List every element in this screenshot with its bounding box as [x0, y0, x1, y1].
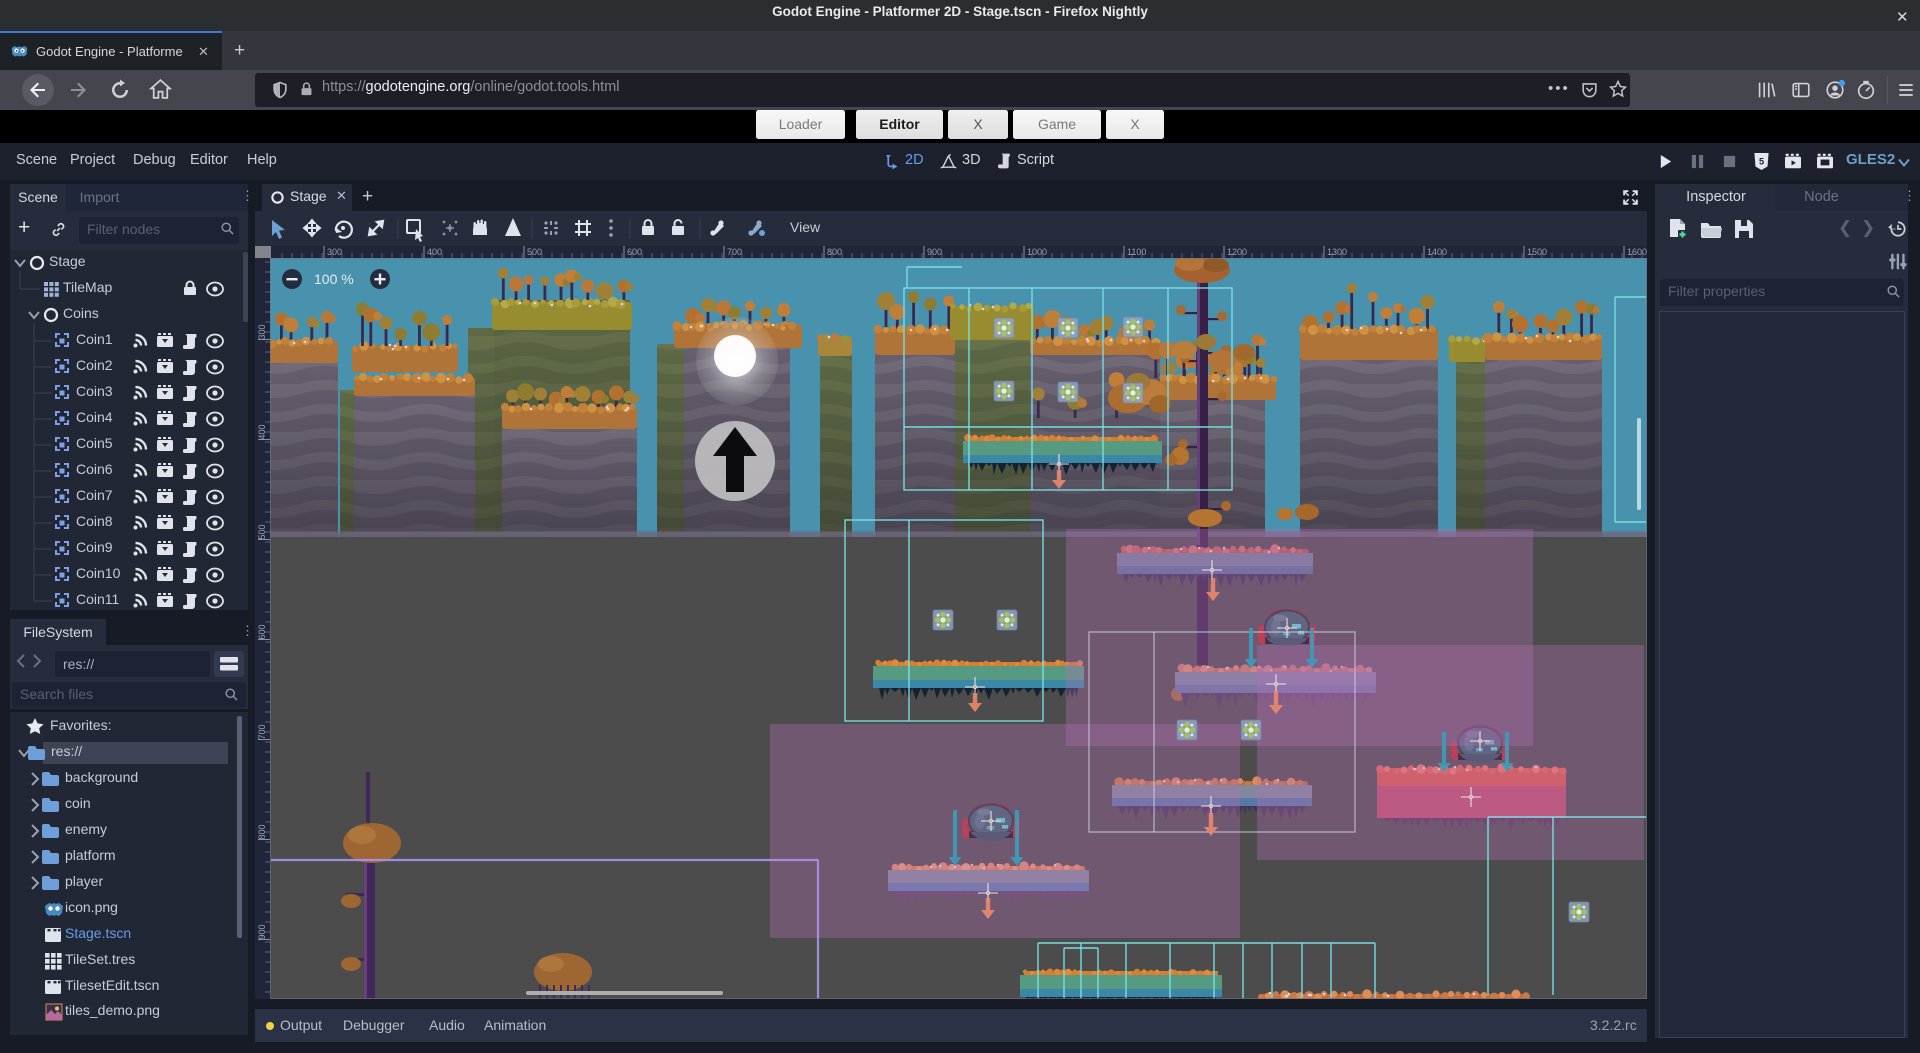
svg-text:300: 300 — [327, 247, 342, 257]
svg-text:1400: 1400 — [1427, 247, 1447, 257]
svg-text:1500: 1500 — [1527, 247, 1547, 257]
svg-text:500: 500 — [527, 247, 542, 257]
svg-text:700: 700 — [257, 724, 267, 739]
svg-text:500: 500 — [257, 524, 267, 539]
svg-text:1200: 1200 — [1227, 247, 1247, 257]
svg-text:5: 5 — [1759, 156, 1764, 166]
svg-text:900: 900 — [927, 247, 942, 257]
svg-text:800: 800 — [827, 247, 842, 257]
svg-text:1600: 1600 — [1627, 247, 1647, 257]
svg-text:100 %: 100 % — [314, 271, 354, 287]
svg-text:700: 700 — [727, 247, 742, 257]
svg-text:900: 900 — [257, 924, 267, 939]
svg-text:1300: 1300 — [1327, 247, 1347, 257]
svg-text:1100: 1100 — [1127, 247, 1146, 257]
svg-text:400: 400 — [427, 247, 442, 257]
svg-text:800: 800 — [257, 824, 267, 839]
svg-text:600: 600 — [257, 624, 267, 639]
svg-text:300: 300 — [257, 324, 267, 339]
svg-text:400: 400 — [257, 424, 267, 439]
svg-text:1000: 1000 — [1027, 247, 1047, 257]
svg-text:600: 600 — [627, 247, 642, 257]
